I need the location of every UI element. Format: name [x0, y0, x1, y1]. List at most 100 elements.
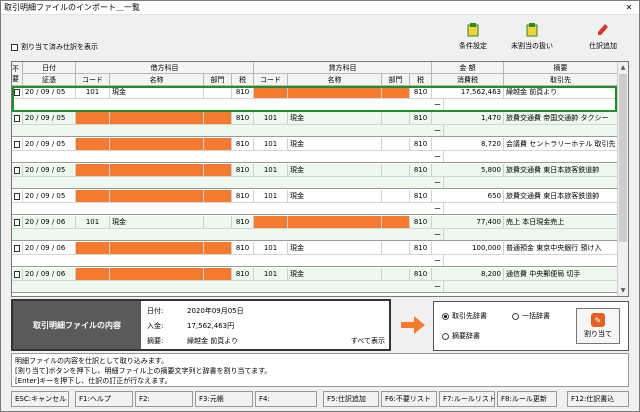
cell-ddept [204, 164, 232, 176]
fkey-f4[interactable]: F4: [255, 391, 317, 407]
cell-cname: 現金 [288, 112, 382, 124]
cell-amount: 8,200 [432, 268, 504, 280]
checkbox-box[interactable] [11, 43, 18, 51]
unassigned-handling-button[interactable]: 未割当の扱い [506, 23, 558, 57]
cell-cname: 現金 [288, 138, 382, 150]
cell-dcode: 101 [76, 86, 110, 98]
row-unneeded-checkbox[interactable] [12, 268, 23, 280]
fkey-f12[interactable]: F12:仕訳書込 [567, 391, 629, 407]
cell-ccode: 101 [254, 164, 288, 176]
checkbox-box[interactable] [14, 88, 20, 96]
table-row[interactable]: 20 / 09 / 05 101 現金 810 810 17,562,463 繰越金 前頁よ… [12, 86, 618, 111]
table-row[interactable]: 20 / 09 / 05 810 101 現金 810 8,720 会議費 セントラリーホテ… [12, 138, 618, 163]
header-voucher: 証憑 [23, 74, 76, 86]
row-unneeded-checkbox[interactable] [12, 216, 23, 228]
cell-summary: 旅費交通費 帝国交通帥 タクシー [504, 112, 618, 124]
row-unneeded-checkbox[interactable] [12, 112, 23, 124]
cell-summary: 繰越金 前頁より [504, 86, 618, 98]
table-row[interactable]: 20 / 09 / 06 101 現金 810 810 77,400 売上 本日現金売上ー [12, 216, 618, 241]
fkey-f6[interactable]: F6:不要リスト [381, 391, 437, 407]
detail-summary-label: 摘要: [147, 337, 164, 345]
cell-dtax: 810 [232, 138, 254, 150]
cell-dtax: 810 [232, 190, 254, 202]
cell-date: 20 / 09 / 05 [23, 138, 76, 150]
row-unneeded-checkbox[interactable] [12, 164, 23, 176]
toolbar: 割り当て済み仕訳を表示 条件設定 未割当の扱い 仕訳追加 [1, 21, 640, 61]
table-row[interactable]: 20 / 09 / 06 810 101 現金 810 8,200 通信費 中央郵便局 切手… [12, 268, 618, 293]
scroll-up-icon[interactable]: ▲ [618, 62, 628, 73]
cell-dname [110, 112, 204, 124]
add-entry-label: 仕訳追加 [589, 42, 617, 50]
fkey-f8[interactable]: F8:ルール更新 [497, 391, 557, 407]
radio-batch-dot[interactable] [512, 312, 519, 320]
checkbox-box[interactable] [14, 270, 20, 278]
checkbox-box[interactable] [14, 218, 20, 226]
header-credit-tax: 税 [410, 74, 432, 86]
fkey-f1[interactable]: F1:ヘルプ [75, 391, 133, 407]
cell-amount: 77,400 [432, 216, 504, 228]
header-debit-dept: 部門 [204, 74, 232, 86]
cell-tax-dash: ー [432, 151, 444, 162]
show-assigned-label: 割り当て済み仕訳を表示 [21, 43, 98, 51]
detail-date: 日付: 2020年09月05日 [147, 306, 244, 316]
cell-summary: 旅費交通費 東日本旅客鉄道帥 [504, 164, 618, 176]
fkey-f2[interactable]: F2: [135, 391, 193, 407]
header-partner: 取引先 [504, 74, 618, 86]
journal-grid: 不要 日付 証憑 借方科目 コード 名称 部門 税 貸方科目 コード 名称 部門… [11, 61, 629, 297]
cell-summary: 売上 本日現金売上 [504, 216, 618, 228]
detail-in-value: 17,562,463円 [187, 322, 235, 330]
cell-ccode: 101 [254, 190, 288, 202]
checkbox-box[interactable] [14, 192, 20, 200]
radio-summary-dot[interactable] [442, 332, 449, 340]
detail-summary: 摘要: 繰越金 前頁より [147, 336, 238, 346]
scroll-thumb[interactable] [619, 74, 627, 242]
import-window: 取引明細ファイルのインポート＿一覧 ✕ 割り当て済み仕訳を表示 条件設定 未割当… [0, 0, 640, 412]
row-unneeded-checkbox[interactable] [12, 138, 23, 150]
fkey-f7[interactable]: F7:ルールリスト [439, 391, 496, 407]
cell-dcode [76, 164, 110, 176]
cell-date: 20 / 09 / 05 [23, 86, 76, 98]
table-row[interactable]: 20 / 09 / 05 810 101 現金 810 650 旅費交通費 東日本旅客鉄道帥… [12, 190, 618, 215]
table-row[interactable]: 20 / 09 / 05 810 101 現金 810 1,470 旅費交通費 帝国交通帥 … [12, 112, 618, 137]
row-unneeded-checkbox[interactable] [12, 242, 23, 254]
show-all-link[interactable]: すべて表示 [351, 336, 385, 346]
header-unneeded: 不要 [12, 62, 23, 86]
cell-cname: 現金 [288, 242, 382, 254]
radio-batch-dict[interactable]: 一括辞書 [512, 311, 550, 321]
assign-button[interactable]: ✎ 割り当て [576, 308, 620, 344]
show-assigned-checkbox[interactable]: 割り当て済み仕訳を表示 [11, 42, 98, 52]
cell-dcode [76, 242, 110, 254]
checkbox-box[interactable] [14, 140, 20, 148]
window-title: 取引明細ファイルのインポート＿一覧 [4, 3, 140, 12]
row-main-line: 20 / 09 / 05 810 101 現金 810 650 旅費交通費 東日本旅客鉄道帥 [12, 190, 618, 203]
add-entry-button[interactable]: 仕訳追加 [577, 23, 629, 57]
conditions-button[interactable]: 条件設定 [447, 23, 499, 57]
cell-cname [288, 216, 382, 228]
fkey-f5[interactable]: F5:仕訳追加 [323, 391, 379, 407]
checkbox-box[interactable] [14, 114, 20, 122]
radio-summary-dict[interactable]: 摘要辞書 [442, 331, 480, 341]
table-row[interactable]: 20 / 09 / 05 810 101 現金 810 5,800 旅費交通費 東日本旅客鉄… [12, 164, 618, 189]
cell-tax-dash: ー [432, 281, 444, 292]
header-credit-code: コード [254, 74, 288, 86]
checkbox-box[interactable] [14, 166, 20, 174]
fkey-f3[interactable]: F3:元帳 [195, 391, 253, 407]
row-unneeded-checkbox[interactable] [12, 190, 23, 202]
cell-tax-dash: ー [432, 229, 444, 240]
radio-partner-dot[interactable] [442, 312, 449, 320]
close-icon[interactable]: ✕ [619, 1, 639, 14]
cell-ctax: 810 [410, 190, 432, 202]
vertical-scrollbar[interactable]: ▲ ▼ [617, 62, 628, 296]
fkey-esc[interactable]: ESC:キャンセル [11, 391, 69, 407]
scroll-down-icon[interactable]: ▼ [618, 285, 628, 296]
cell-tax-dash: ー [432, 177, 444, 188]
row-main-line: 20 / 09 / 05 810 101 現金 810 1,470 旅費交通費 帝国交通帥 … [12, 112, 618, 125]
cell-cname: 現金 [288, 164, 382, 176]
checkbox-box[interactable] [14, 244, 20, 252]
row-unneeded-checkbox[interactable] [12, 86, 23, 98]
cell-date: 20 / 09 / 05 [23, 190, 76, 202]
cell-cdept [382, 216, 410, 228]
pencil-icon [598, 24, 608, 35]
table-row[interactable]: 20 / 09 / 06 810 101 現金 810 100,000 普通預金 東京中央銀… [12, 242, 618, 267]
radio-partner-dict[interactable]: 取引先辞書 [442, 311, 487, 321]
